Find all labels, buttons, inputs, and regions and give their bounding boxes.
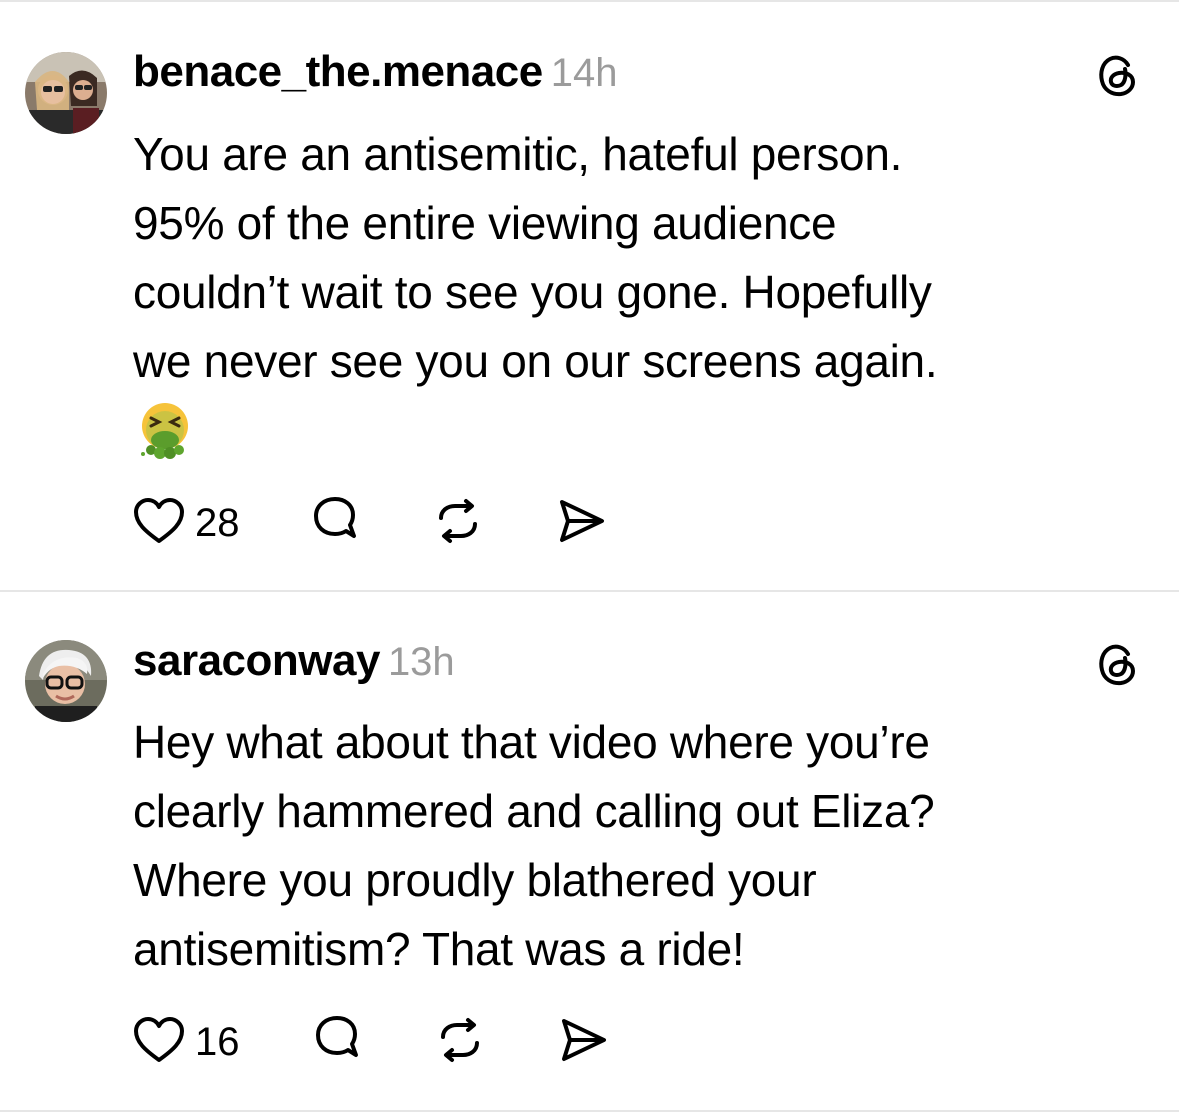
threads-logo-icon[interactable] [1094, 642, 1140, 688]
post-header: benace_the.menace 14h [133, 47, 617, 97]
like-button[interactable]: 16 [133, 1016, 240, 1069]
post-actions: 28 [133, 496, 606, 551]
like-count: 28 [195, 500, 240, 545]
repost-icon[interactable] [435, 1015, 485, 1070]
post-text: You are an antisemitic, hateful person. … [133, 128, 938, 387]
thread-post: saraconway 13h Hey what about that video … [0, 592, 1179, 1110]
send-icon[interactable] [558, 1015, 608, 1070]
thread-post: benace_the.menace 14h You are an antisemi… [0, 0, 1179, 590]
heart-icon [133, 1016, 185, 1069]
comment-icon[interactable] [310, 496, 360, 551]
avatar[interactable] [25, 640, 107, 722]
threads-logo-icon[interactable] [1094, 53, 1140, 99]
repost-icon[interactable] [433, 496, 483, 551]
timestamp: 13h [387, 640, 455, 684]
post-text: Hey what about that video where you’re c… [133, 716, 935, 975]
heart-icon [133, 497, 185, 550]
like-count: 16 [195, 1019, 240, 1064]
username[interactable]: benace_the.menace [133, 47, 543, 96]
comment-icon[interactable] [312, 1015, 362, 1070]
send-icon[interactable] [556, 496, 606, 551]
timestamp: 14h [550, 51, 618, 95]
post-header: saraconway 13h [133, 636, 455, 686]
nauseated-vomiting-face-icon [135, 400, 195, 460]
post-actions: 16 [133, 1015, 608, 1070]
bottom-divider [0, 1110, 1179, 1112]
username[interactable]: saraconway [133, 636, 380, 685]
avatar[interactable] [25, 52, 107, 134]
like-button[interactable]: 28 [133, 497, 240, 550]
